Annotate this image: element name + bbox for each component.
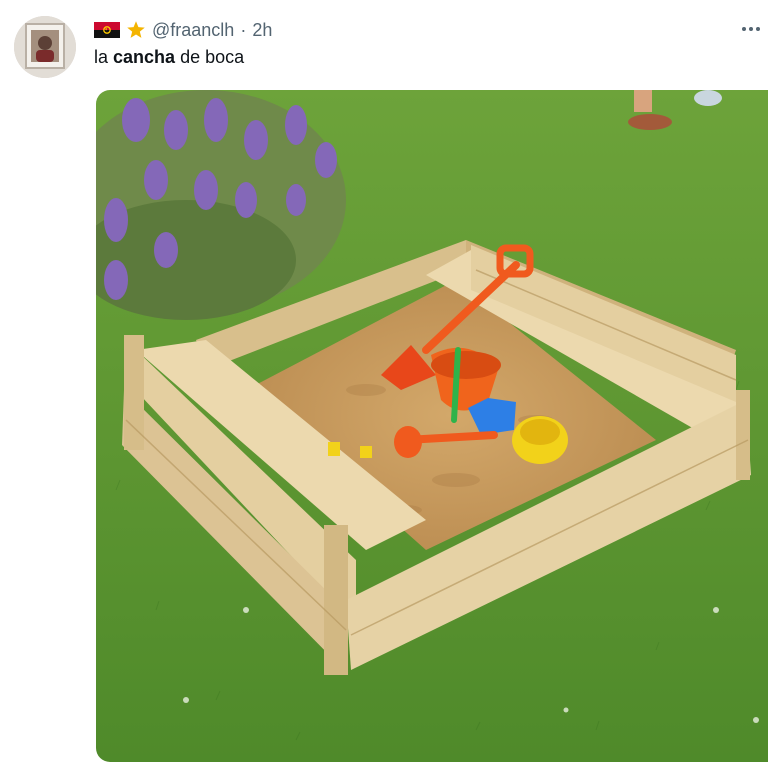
user-handle[interactable]: @fraanclh: [152, 20, 234, 41]
tweet-header: @fraanclh · 2h: [94, 18, 272, 42]
tweet-text-before: la: [94, 47, 114, 67]
timestamp[interactable]: 2h: [252, 20, 272, 41]
tweet-text: la cancha de boca: [94, 47, 244, 68]
separator-dot: ·: [240, 19, 247, 40]
sandbox-photo: [96, 90, 768, 762]
tweet-text-bold: cancha: [113, 47, 176, 67]
tweet-text-after: de boca: [175, 47, 245, 67]
avatar-image: [14, 16, 76, 78]
user-avatar[interactable]: [14, 16, 76, 78]
more-dots-icon[interactable]: [740, 18, 762, 40]
tweet-image[interactable]: [96, 90, 768, 762]
angola-flag-icon: [94, 22, 120, 38]
star-icon: [126, 20, 146, 40]
